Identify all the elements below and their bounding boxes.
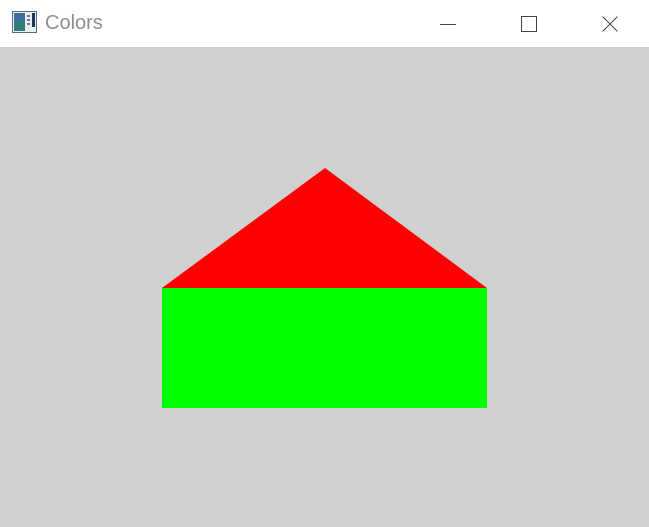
close-icon — [602, 15, 618, 32]
app-window: Colors — [0, 0, 649, 527]
maximize-icon — [521, 15, 537, 32]
roof-triangle — [162, 168, 487, 288]
window-app-icon — [12, 11, 37, 33]
house-body-rectangle — [162, 288, 487, 408]
window-title: Colors — [45, 12, 103, 34]
minimize-icon — [440, 23, 456, 25]
close-button[interactable] — [587, 0, 633, 47]
drawing-canvas — [162, 168, 487, 408]
maximize-button[interactable] — [506, 0, 552, 47]
title-bar[interactable]: Colors — [0, 0, 649, 47]
minimize-button[interactable] — [425, 0, 471, 47]
